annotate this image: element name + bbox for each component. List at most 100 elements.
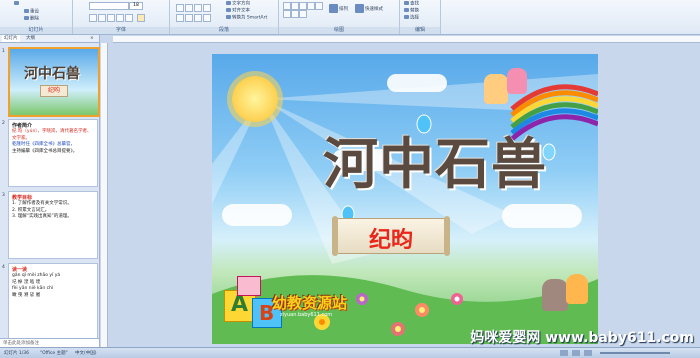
- text-direction-button[interactable]: 文字方向: [226, 1, 250, 7]
- slide-number: 2: [2, 121, 5, 126]
- delete-label: 删除: [30, 16, 39, 22]
- kid-figure-icon: [507, 68, 527, 94]
- ribbon-group-editing: 查找 替换 选择 编辑: [400, 0, 441, 34]
- strikethrough-button[interactable]: [116, 14, 124, 22]
- slide-thumbnail-3[interactable]: 教学目标 1. 了解作者及有关文学常识。 2. 积累文言词汇。 3. 理解“实践…: [8, 191, 98, 259]
- kid-reading-icon: [566, 274, 588, 304]
- ribbon-group-font: 18 字体: [73, 0, 170, 34]
- shape-oval-icon[interactable]: [299, 2, 307, 10]
- shape-line-icon[interactable]: [283, 2, 291, 10]
- slideshow-icon[interactable]: [584, 350, 592, 356]
- font-family-combo[interactable]: [89, 2, 129, 10]
- underline-button[interactable]: [107, 14, 115, 22]
- slide-number: 3: [2, 193, 5, 198]
- theme-name: "Office 主题": [40, 351, 68, 356]
- align-text-label: 对齐文本: [232, 8, 250, 14]
- thumb-words: 瞰 曳 溯 欤 阇: [12, 292, 41, 298]
- ribbon-group-paragraph: 文字方向 对齐文本 转换为 SmartArt 段落: [170, 0, 279, 34]
- watermark: 妈咪爱婴网 www.baby611.com: [470, 330, 694, 346]
- font-color-button[interactable]: [137, 14, 145, 22]
- shape-rectangle-icon[interactable]: [291, 2, 299, 10]
- thumb-title: 河中石兽: [24, 66, 80, 82]
- reset-label: 重设: [30, 9, 39, 15]
- quick-styles-label: 快速样式: [365, 7, 383, 12]
- numbering-button[interactable]: [185, 4, 193, 12]
- ribbon-group-label: 绘图: [279, 27, 399, 34]
- find-label: 查找: [410, 1, 419, 7]
- language-indicator[interactable]: 中文(中国): [75, 350, 97, 356]
- slide-thumbnail-1[interactable]: 河中石兽 纪昀: [8, 47, 100, 117]
- shadow-button[interactable]: [125, 14, 133, 22]
- cloud: [222, 204, 292, 226]
- tab-slides[interactable]: 幻灯片: [2, 35, 20, 42]
- slide-thumbnail-2[interactable]: 作者简介 纪 昀（yún），字晓岚，清代著名学者、文学家。 乾隆时任《四库全书》…: [8, 119, 98, 187]
- replace-button[interactable]: 替换: [404, 8, 419, 14]
- block-c-icon: [237, 276, 261, 296]
- ribbon-group-slides: 重设 删除 幻灯片: [0, 0, 73, 34]
- cloud: [387, 74, 447, 92]
- status-bar: 幻灯片 1/36 "Office 主题" 中文(中国): [0, 347, 700, 358]
- normal-view-icon[interactable]: [560, 350, 568, 356]
- select-button[interactable]: 选择: [404, 15, 419, 21]
- thumb-heading: 作者简介: [12, 123, 33, 129]
- zoom-slider[interactable]: [600, 352, 670, 354]
- smartart-label: 转换为 SmartArt: [232, 15, 268, 21]
- cloud: [502, 204, 582, 228]
- ribbon-group-label: 段落: [170, 27, 278, 34]
- slide-counter: 幻灯片 1/36: [4, 351, 30, 356]
- shape-arrow-icon[interactable]: [315, 2, 323, 10]
- slide-thumbnail-pane: 幻灯片 大纲 × 1 河中石兽 纪昀 2 作者简介 纪 昀（yún），字晓岚，清…: [0, 35, 100, 347]
- pane-tabs: 幻灯片 大纲 ×: [0, 35, 99, 43]
- slide-title[interactable]: 河中石兽: [290, 119, 580, 199]
- slide-number: 1: [2, 49, 5, 54]
- justify-button[interactable]: [203, 14, 211, 22]
- thumb-line: 纪 昀（yún），字晓岚，清代著名学者、文学家。: [12, 129, 92, 141]
- thumb-subtitle: 纪昀: [40, 85, 68, 97]
- site-logo-url: ziyuan.baby611.com: [280, 312, 333, 318]
- ribbon-group-label: 编辑: [400, 27, 440, 34]
- italic-button[interactable]: [98, 14, 106, 22]
- author-name: 纪昀: [368, 227, 413, 253]
- tab-outline[interactable]: 大纲: [24, 35, 37, 42]
- replace-label: 替换: [410, 8, 419, 14]
- bold-button[interactable]: [89, 14, 97, 22]
- ribbon-group-label: 幻灯片: [0, 27, 72, 34]
- delete-button[interactable]: 删除: [24, 16, 39, 22]
- horizontal-ruler: [113, 36, 700, 43]
- slide-sorter-icon[interactable]: [572, 350, 580, 356]
- indent-increase-button[interactable]: [203, 4, 211, 12]
- font-size-combo[interactable]: 18: [129, 2, 143, 10]
- ribbon-group-drawing: 排列 快速样式 绘图: [279, 0, 400, 34]
- layout-button[interactable]: [14, 1, 20, 7]
- site-logo: 幼教资源站: [272, 294, 348, 312]
- arrange-button[interactable]: 排列: [329, 4, 348, 13]
- shape-star-icon[interactable]: [283, 10, 291, 18]
- align-left-button[interactable]: [176, 14, 184, 22]
- shape-callout-icon[interactable]: [299, 10, 307, 18]
- select-label: 选择: [410, 15, 419, 21]
- thumb-line: 主持编纂《四库全书总目提要》。: [12, 148, 78, 154]
- ribbon: 重设 删除 幻灯片 18 字体 文字方向 对齐文本 转换为 SmartArt 段…: [0, 0, 700, 35]
- sun-icon: [232, 76, 278, 122]
- bullets-button[interactable]: [176, 4, 184, 12]
- slide-thumbnail-4[interactable]: 读一读 gǎn qǐ mèi zhāo yǐ yá 圮 棹 湮 啮 堙 fèi …: [8, 263, 98, 339]
- reset-button[interactable]: 重设: [24, 9, 39, 15]
- kid-figure-icon: [484, 74, 508, 104]
- shape-triangle-icon[interactable]: [307, 2, 315, 10]
- shape-brace-icon[interactable]: [291, 10, 299, 18]
- ribbon-group-label: 字体: [73, 27, 169, 34]
- slide-number: 4: [2, 265, 5, 270]
- find-button[interactable]: 查找: [404, 1, 419, 7]
- arrange-label: 排列: [339, 7, 348, 12]
- align-text-button[interactable]: 对齐文本: [226, 8, 250, 14]
- thumb-line: 3. 理解“实践出真知”的道理。: [12, 214, 72, 219]
- author-scroll-banner[interactable]: 纪昀: [332, 216, 450, 256]
- smartart-button[interactable]: 转换为 SmartArt: [226, 15, 267, 21]
- indent-decrease-button[interactable]: [194, 4, 202, 12]
- quick-styles-button[interactable]: 快速样式: [355, 4, 383, 13]
- thumb-heading: 读一读: [12, 267, 28, 273]
- align-right-button[interactable]: [194, 14, 202, 22]
- align-center-button[interactable]: [185, 14, 193, 22]
- close-pane-icon[interactable]: ×: [88, 35, 96, 42]
- main-slide[interactable]: 河中石兽 纪昀 A B 幼教资源站 ziyuan.baby611.com: [212, 54, 598, 344]
